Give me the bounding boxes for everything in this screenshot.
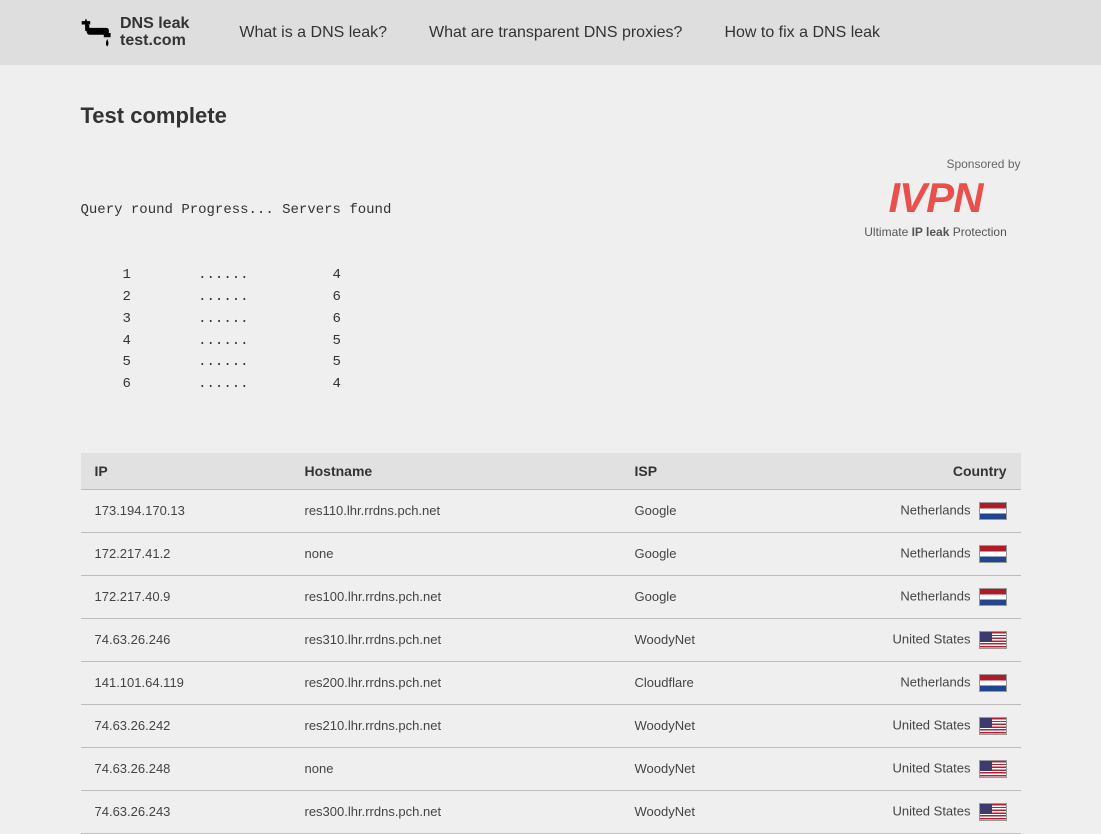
cell-country: United States	[841, 704, 1021, 747]
cell-isp: Cloudflare	[621, 661, 841, 704]
flag-united-states-icon	[979, 760, 1007, 778]
country-name: Netherlands	[900, 588, 970, 603]
table-row: 74.63.26.243res300.lhr.rrdns.pch.netWood…	[81, 790, 1021, 833]
flag-netherlands-icon	[979, 545, 1007, 563]
cell-hostname: none	[291, 747, 621, 790]
flag-netherlands-icon	[979, 502, 1007, 520]
table-row: 74.63.26.248noneWoodyNet United States	[81, 747, 1021, 790]
progress-row: 2 ...... 6	[81, 287, 392, 309]
cell-isp: WoodyNet	[621, 704, 841, 747]
cell-country: United States	[841, 618, 1021, 661]
cell-country: Netherlands	[841, 532, 1021, 575]
nav-transparent-proxies[interactable]: What are transparent DNS proxies?	[429, 24, 682, 42]
cell-hostname: res100.lhr.rrdns.pch.net	[291, 575, 621, 618]
results-table: IP Hostname ISP Country 173.194.170.13re…	[81, 453, 1021, 834]
results-tbody: 173.194.170.13res110.lhr.rrdns.pch.netGo…	[81, 489, 1021, 833]
cell-hostname: none	[291, 532, 621, 575]
country-name: Netherlands	[900, 674, 970, 689]
cell-hostname: res310.lhr.rrdns.pch.net	[291, 618, 621, 661]
cell-country: Netherlands	[841, 575, 1021, 618]
cell-country: Netherlands	[841, 661, 1021, 704]
cell-ip: 141.101.64.119	[81, 661, 291, 704]
brand-line1: DNS leak	[120, 16, 189, 33]
logo-text: DNS leak test.com	[120, 16, 189, 50]
th-isp: ISP	[621, 453, 841, 490]
progress-row: 3 ...... 6	[81, 309, 392, 331]
progress-sponsor-row: Query round Progress... Servers found 1 …	[81, 157, 1021, 439]
cell-hostname: res200.lhr.rrdns.pch.net	[291, 661, 621, 704]
cell-isp: Google	[621, 575, 841, 618]
query-progress-block: Query round Progress... Servers found 1 …	[81, 157, 392, 439]
th-country: Country	[841, 453, 1021, 490]
cell-isp: WoodyNet	[621, 618, 841, 661]
cell-ip: 74.63.26.242	[81, 704, 291, 747]
progress-header: Query round Progress... Servers found	[81, 200, 392, 222]
country-name: United States	[892, 803, 970, 818]
progress-row: 5 ...... 5	[81, 352, 392, 374]
country-name: Netherlands	[900, 545, 970, 560]
cell-country: United States	[841, 790, 1021, 833]
flag-united-states-icon	[979, 631, 1007, 649]
main-container: Test complete Query round Progress... Se…	[81, 65, 1021, 834]
logo[interactable]: DNS leak test.com	[80, 16, 189, 50]
flag-netherlands-icon	[979, 588, 1007, 606]
progress-row: 6 ...... 4	[81, 374, 392, 396]
page-title: Test complete	[81, 103, 1021, 129]
progress-rows: 1 ...... 4 2 ...... 6 3 ...... 6 4 .....…	[81, 265, 392, 395]
cell-ip: 173.194.170.13	[81, 489, 291, 532]
table-row: 74.63.26.246res310.lhr.rrdns.pch.netWood…	[81, 618, 1021, 661]
cell-isp: WoodyNet	[621, 747, 841, 790]
cell-isp: Google	[621, 532, 841, 575]
main-nav: What is a DNS leak? What are transparent…	[239, 24, 880, 42]
sponsor-tagline: Ultimate IP leak Protection	[851, 225, 1021, 239]
table-row: 141.101.64.119res200.lhr.rrdns.pch.netCl…	[81, 661, 1021, 704]
progress-row: 4 ...... 5	[81, 331, 392, 353]
sponsor-block[interactable]: Sponsored by IVPN Ultimate IP leak Prote…	[851, 157, 1021, 239]
cell-isp: WoodyNet	[621, 790, 841, 833]
header-bar: DNS leak test.com What is a DNS leak? Wh…	[0, 0, 1101, 65]
results-thead: IP Hostname ISP Country	[81, 453, 1021, 490]
cell-hostname: res110.lhr.rrdns.pch.net	[291, 489, 621, 532]
cell-country: United States	[841, 747, 1021, 790]
th-ip: IP	[81, 453, 291, 490]
cell-hostname: res300.lhr.rrdns.pch.net	[291, 790, 621, 833]
country-name: United States	[892, 760, 970, 775]
cell-hostname: res210.lhr.rrdns.pch.net	[291, 704, 621, 747]
cell-country: Netherlands	[841, 489, 1021, 532]
brand-line2: test.com	[120, 33, 189, 50]
table-row: 74.63.26.242res210.lhr.rrdns.pch.netWood…	[81, 704, 1021, 747]
th-hostname: Hostname	[291, 453, 621, 490]
ivpn-logo: IVPN	[851, 177, 1021, 219]
table-row: 172.217.41.2noneGoogle Netherlands	[81, 532, 1021, 575]
cell-ip: 172.217.41.2	[81, 532, 291, 575]
table-row: 173.194.170.13res110.lhr.rrdns.pch.netGo…	[81, 489, 1021, 532]
cell-ip: 74.63.26.248	[81, 747, 291, 790]
cell-ip: 74.63.26.243	[81, 790, 291, 833]
cell-ip: 172.217.40.9	[81, 575, 291, 618]
flag-netherlands-icon	[979, 674, 1007, 692]
progress-row: 1 ...... 4	[81, 265, 392, 287]
cell-isp: Google	[621, 489, 841, 532]
table-row: 172.217.40.9res100.lhr.rrdns.pch.netGoog…	[81, 575, 1021, 618]
sponsor-label: Sponsored by	[851, 157, 1021, 171]
faucet-icon	[80, 16, 114, 50]
cell-ip: 74.63.26.246	[81, 618, 291, 661]
flag-united-states-icon	[979, 717, 1007, 735]
nav-what-is-dns-leak[interactable]: What is a DNS leak?	[239, 24, 387, 42]
country-name: Netherlands	[900, 502, 970, 517]
country-name: United States	[892, 631, 970, 646]
flag-united-states-icon	[979, 803, 1007, 821]
nav-how-to-fix[interactable]: How to fix a DNS leak	[724, 24, 880, 42]
